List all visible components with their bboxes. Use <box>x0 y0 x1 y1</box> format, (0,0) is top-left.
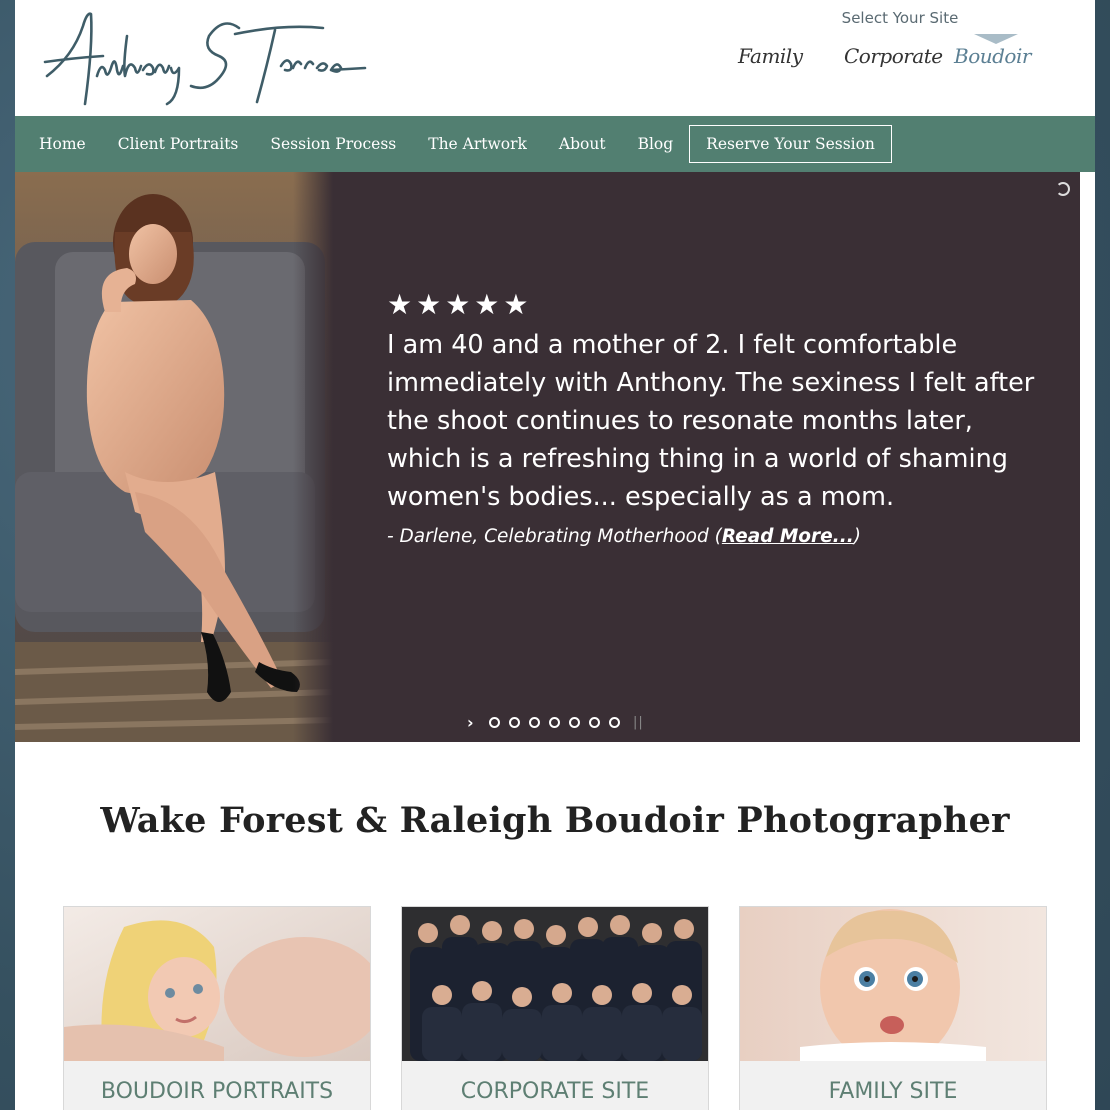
testimonial-slider: ★★★★★ I am 40 and a mother of 2. I felt … <box>15 172 1080 742</box>
card-image-boudoir <box>64 907 370 1061</box>
slider-dot-3[interactable] <box>529 717 540 728</box>
page-title: Wake Forest & Raleigh Boudoir Photograph… <box>100 800 1010 841</box>
card-image-family <box>740 907 1046 1061</box>
pause-icon[interactable]: || <box>633 715 644 730</box>
corporate-group-photo-image <box>402 907 708 1061</box>
testimonial-quote: I am 40 and a mother of 2. I felt comfor… <box>387 330 1035 512</box>
nav-item-home[interactable]: Home <box>23 135 102 153</box>
card-boudoir-portraits[interactable]: BOUDOIR PORTRAITS <box>63 906 371 1110</box>
site-link-corporate[interactable]: Corporate <box>844 44 943 68</box>
card-label-family: FAMILY SITE <box>740 1061 1046 1110</box>
testimonial: ★★★★★ I am 40 and a mother of 2. I felt … <box>387 288 1047 547</box>
rating-stars-icon: ★★★★★ <box>387 288 533 321</box>
logo[interactable] <box>43 6 373 110</box>
nav-item-blog[interactable]: Blog <box>622 135 690 153</box>
reserve-session-button[interactable]: Reserve Your Session <box>689 125 892 163</box>
slider-dot-7[interactable] <box>609 717 620 728</box>
nav-item-session-process[interactable]: Session Process <box>254 135 412 153</box>
slider-dot-2[interactable] <box>509 717 520 728</box>
slider-controls: › || <box>467 713 644 732</box>
slider-dot-1[interactable] <box>489 717 500 728</box>
loading-spinner-icon <box>1056 182 1070 196</box>
attribution-suffix: ) <box>853 526 861 547</box>
portrait-photo-image <box>15 172 333 742</box>
site-header: Select Your Site Family Corporate Boudoi… <box>15 0 1095 116</box>
card-image-corporate <box>402 907 708 1061</box>
slider-dot-6[interactable] <box>589 717 600 728</box>
page: Select Your Site Family Corporate Boudoi… <box>15 0 1095 1110</box>
site-select-title: Select Your Site <box>841 9 959 27</box>
attribution-prefix: - Darlene, Celebrating Motherhood ( <box>387 526 722 547</box>
card-corporate-site[interactable]: CORPORATE SITE <box>401 906 709 1110</box>
nav-item-client-portraits[interactable]: Client Portraits <box>102 135 255 153</box>
site-link-boudoir[interactable]: Boudoir <box>954 44 1031 68</box>
read-more-link[interactable]: Read More... <box>722 526 854 547</box>
slide-photo <box>15 172 333 742</box>
boudoir-photo-image <box>64 907 370 1061</box>
site-link-family[interactable]: Family <box>738 44 803 68</box>
slider-dot-4[interactable] <box>549 717 560 728</box>
logo-signature-icon <box>43 12 367 106</box>
card-family-site[interactable]: FAMILY SITE <box>739 906 1047 1110</box>
site-selector: Select Your Site Family Corporate Boudoi… <box>730 8 1050 108</box>
card-label-corporate: CORPORATE SITE <box>402 1061 708 1110</box>
nav-item-the-artwork[interactable]: The Artwork <box>412 135 543 153</box>
active-site-indicator <box>974 34 1018 44</box>
baby-photo-image <box>740 907 1046 1061</box>
testimonial-attribution: - Darlene, Celebrating Motherhood (Read … <box>387 526 1047 547</box>
next-arrow-icon[interactable]: › <box>467 713 489 732</box>
slider-dot-5[interactable] <box>569 717 580 728</box>
card-label-boudoir: BOUDOIR PORTRAITS <box>64 1061 370 1110</box>
nav-item-about[interactable]: About <box>543 135 622 153</box>
main-nav: Home Client Portraits Session Process Th… <box>15 116 1095 172</box>
